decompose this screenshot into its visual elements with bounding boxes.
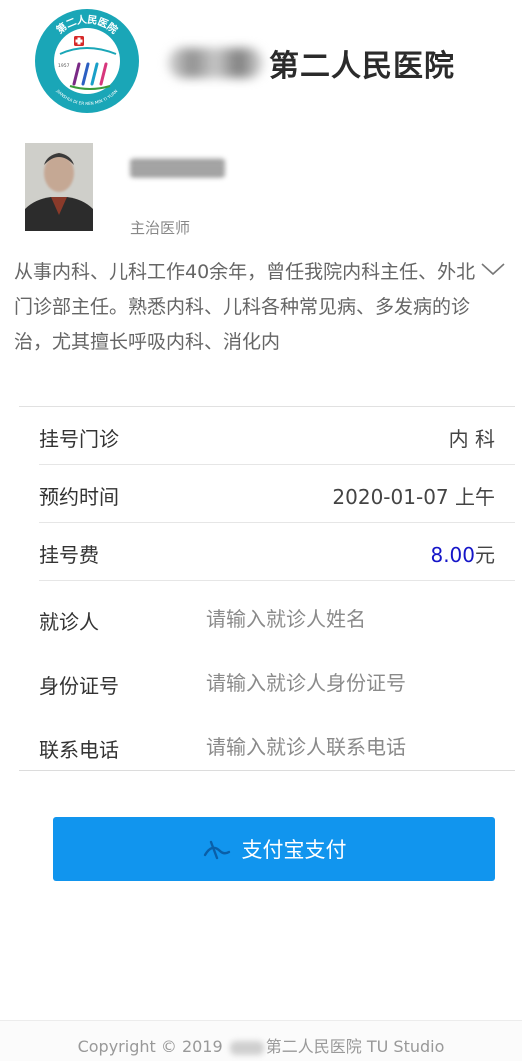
pay-button-label: 支付宝支付 [241, 838, 347, 862]
copyright-prefix: Copyright © 2019 [77, 1037, 223, 1056]
copyright-text: Copyright © 2019 第二人民医院 TU Studio [0, 1033, 522, 1057]
alipay-pay-button[interactable]: 支付宝支付 [53, 817, 495, 881]
doctor-card: 主治医师 [0, 140, 522, 240]
patient-name-input[interactable] [206, 599, 506, 639]
doctor-title: 主治医师 [130, 219, 191, 237]
id-row: 身份证号 [39, 651, 515, 715]
copyright-suffix: 第二人民医院 TU Studio [265, 1037, 445, 1056]
id-number-input[interactable] [206, 663, 506, 703]
chevron-down-icon[interactable] [478, 258, 508, 282]
id-label: 身份证号 [39, 674, 119, 698]
doctor-bio: 从事内科、儿科工作40余年，曾任我院内科主任、外北门诊部主任。熟悉内科、儿科各种… [14, 261, 476, 353]
logo-year: 1957 [58, 63, 70, 69]
phone-input[interactable] [206, 727, 506, 767]
alipay-icon [203, 840, 230, 860]
header: 第二人民医院 JIANSHUI DI ER REN MIN YI YUAN 19… [0, 0, 522, 124]
phone-label: 联系电话 [39, 738, 119, 762]
hospital-logo: 第二人民医院 JIANSHUI DI ER REN MIN YI YUAN 19… [35, 9, 139, 113]
doctor-avatar [25, 143, 93, 231]
redacted-city [168, 48, 263, 78]
patient-row: 就诊人 [39, 587, 515, 651]
doctor-name-redacted [130, 158, 225, 178]
time-label: 预约时间 [39, 485, 119, 509]
time-row: 预约时间 2020-01-07 上午 [39, 465, 515, 523]
appointment-info: 挂号门诊 内 科 预约时间 2020-01-07 上午 挂号费 8.00元 就诊… [19, 406, 515, 779]
time-value: 2020-01-07 上午 [332, 485, 495, 509]
dept-row: 挂号门诊 内 科 [39, 407, 515, 465]
redacted-city-footer [229, 1040, 264, 1055]
footer: Copyright © 2019 第二人民医院 TU Studio [0, 1020, 522, 1061]
form-divider [19, 770, 515, 771]
fee-value: 8.00元 [430, 539, 495, 568]
fee-unit: 元 [475, 543, 495, 567]
fee-row: 挂号费 8.00元 [39, 523, 515, 581]
fee-amount: 8.00 [430, 543, 475, 567]
hospital-name: 第二人民医院 [168, 38, 455, 88]
hospital-name-text: 第二人民医院 [269, 49, 455, 84]
dept-label: 挂号门诊 [39, 427, 119, 451]
fee-label: 挂号费 [39, 543, 99, 567]
dept-value: 内 科 [448, 427, 495, 451]
patient-label: 就诊人 [39, 610, 99, 634]
